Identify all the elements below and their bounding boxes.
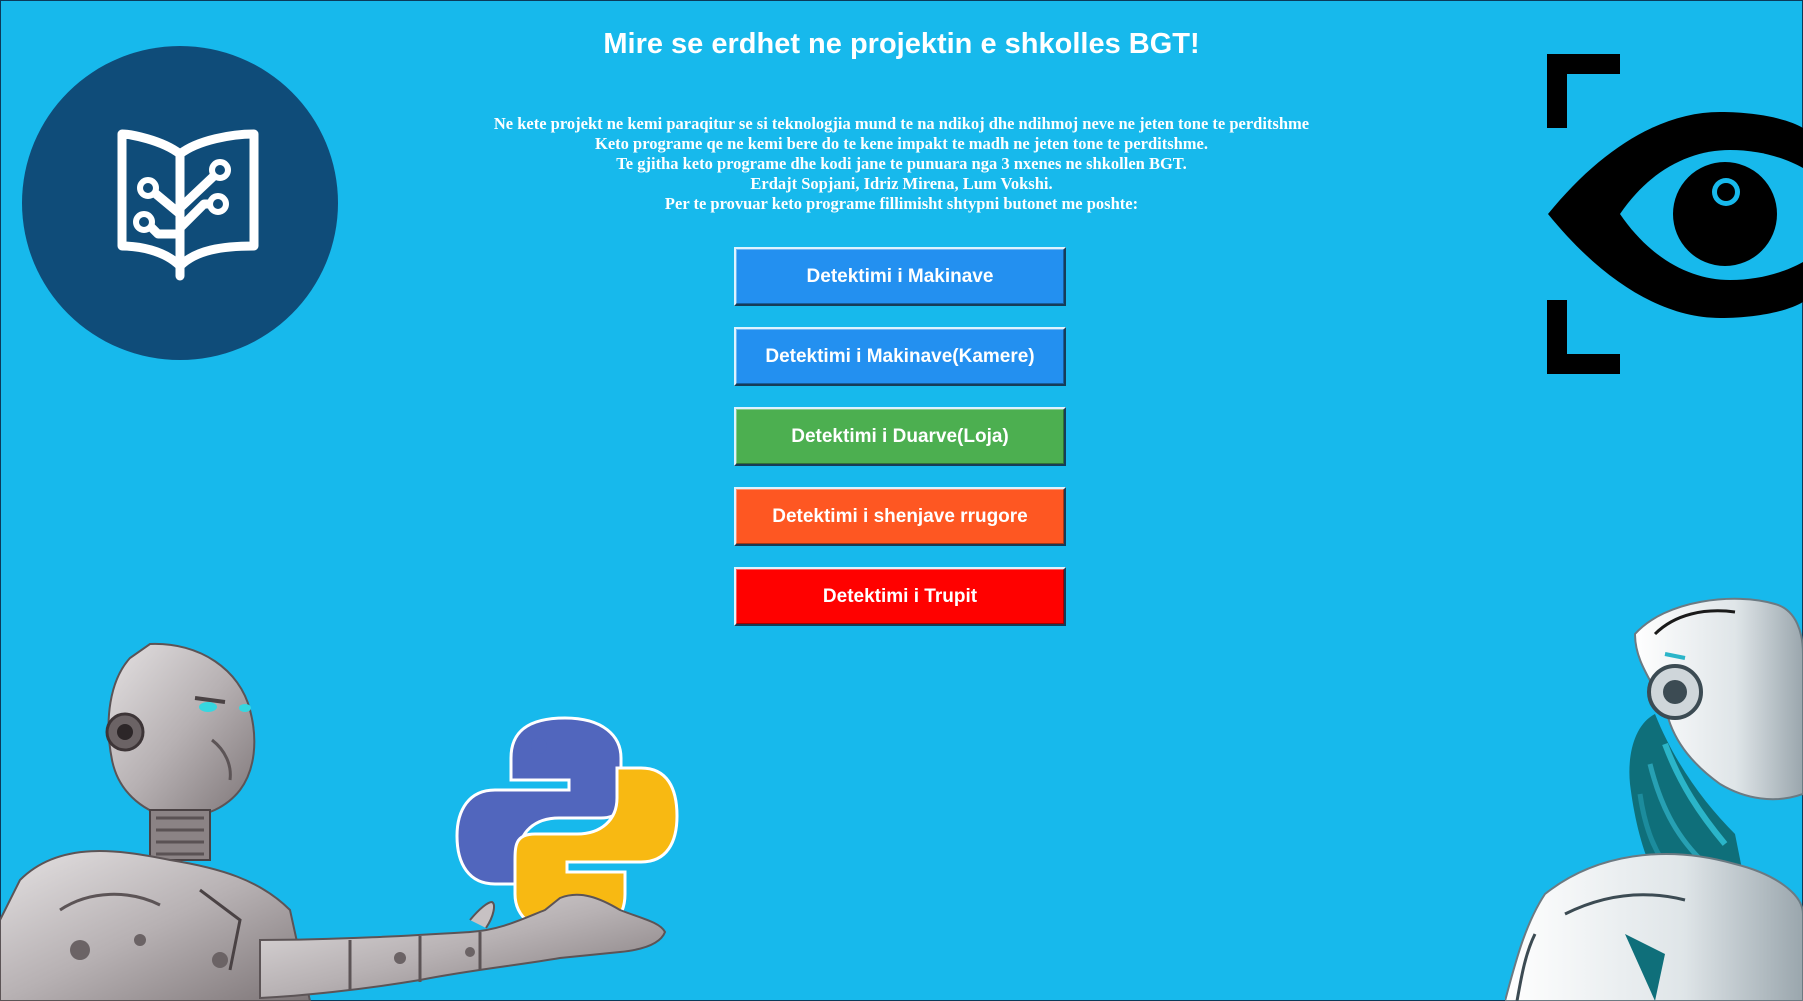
car-detection-button[interactable]: Detektimi i Makinave: [734, 247, 1066, 306]
car-detection-camera-button[interactable]: Detektimi i Makinave(Kamere): [734, 327, 1066, 386]
eye-scan-icon: [1547, 54, 1803, 374]
hand-detection-game-button[interactable]: Detektimi i Duarve(Loja): [734, 407, 1066, 466]
humanoid-robot-illustration: [0, 642, 667, 1001]
page-title: Mire se erdhet ne projektin e shkolles B…: [603, 28, 1200, 60]
body-detection-button[interactable]: Detektimi i Trupit: [734, 567, 1066, 626]
road-sign-detection-button[interactable]: Detektimi i shenjave rrugore: [734, 487, 1066, 546]
book-circuit-logo-icon: [22, 46, 338, 360]
white-robot-illustration: [1505, 597, 1803, 1001]
